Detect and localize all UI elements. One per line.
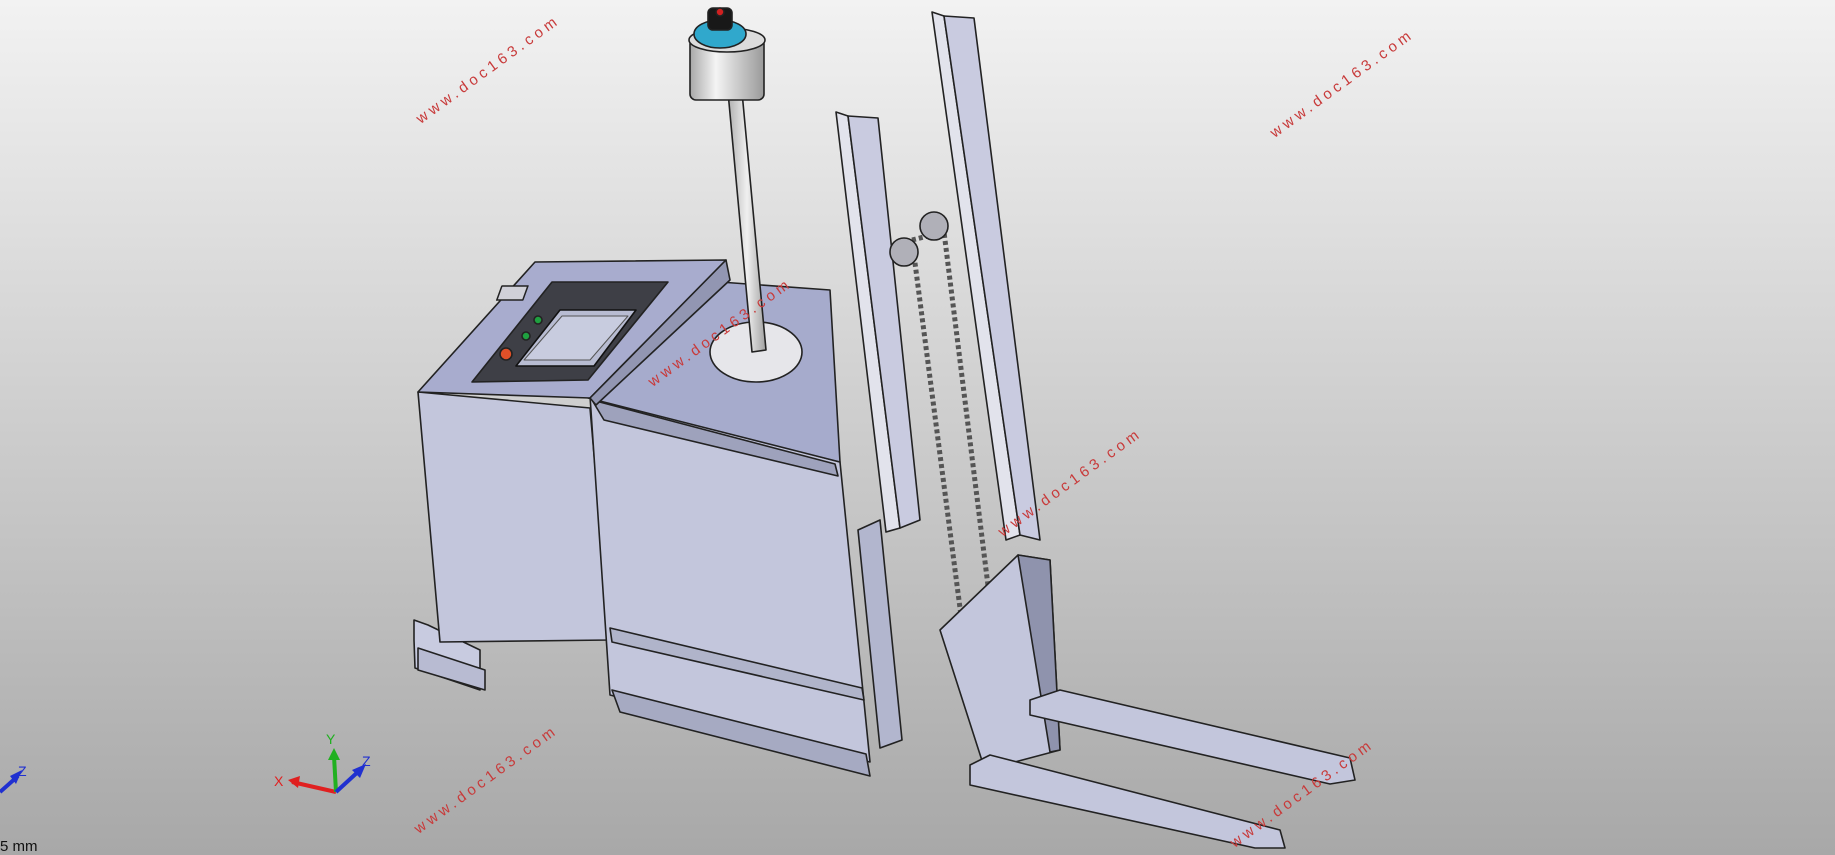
body-left-side [417, 391, 611, 643]
triad-x-label: X [274, 773, 284, 789]
triad-y-axis [332, 755, 338, 793]
indicator-green-top[interactable] [533, 315, 543, 325]
chain-sprocket-upper [919, 211, 949, 241]
scale-label: 5 mm [0, 838, 38, 855]
indicator-green-mid[interactable] [521, 331, 531, 341]
cad-viewport[interactable]: X Y Z Z www.doc163.com www.doc163.com ww… [0, 0, 1835, 855]
switch-block[interactable] [495, 285, 529, 301]
triad-y-label: Y [326, 731, 336, 747]
viewport-background [0, 0, 1835, 855]
chain-sprocket-lower [889, 237, 919, 267]
emergency-stop-button[interactable] [499, 347, 513, 361]
cad-model-view[interactable]: X Y Z Z [0, 0, 1835, 855]
corner-z-label: Z [18, 763, 27, 779]
triad-z-label: Z [362, 753, 371, 769]
lidar-sensor-light [715, 7, 725, 17]
